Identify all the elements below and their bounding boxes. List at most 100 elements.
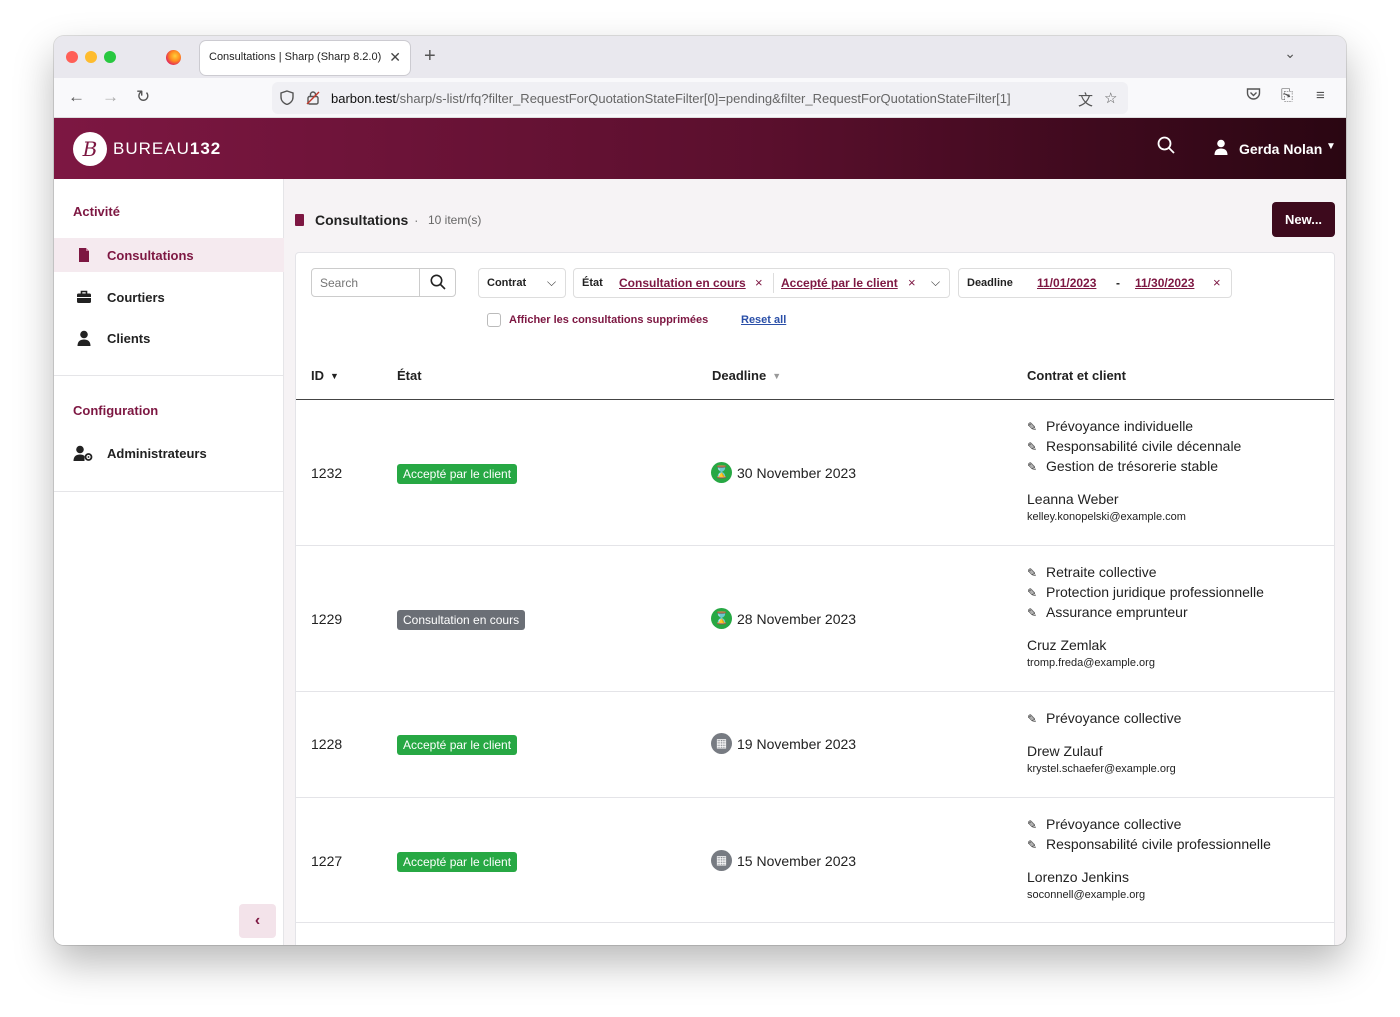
column-header-contract: Contrat et client — [1027, 368, 1126, 383]
insecure-lock-icon[interactable] — [306, 90, 320, 108]
file-signature-icon: ✎ — [1027, 838, 1038, 852]
column-header-id[interactable]: ID ▼ — [311, 368, 339, 383]
chevron-down-icon[interactable]: ⌵ — [931, 275, 940, 290]
page-title: Consultations — [315, 212, 409, 228]
hourglass-icon: ⌛ — [711, 608, 732, 629]
user-icon — [76, 330, 92, 346]
table-row[interactable]: 1227 Accepté par le client ▦ 15 November… — [296, 798, 1334, 923]
sidebar-item-label: Administrateurs — [107, 446, 207, 461]
list-tabs-icon[interactable]: ⌄ — [1284, 45, 1296, 62]
browser-tab[interactable]: Consultations | Sharp (Sharp 8.2.0) ✕ — [200, 41, 410, 75]
client-name: Cruz Zemlak — [1027, 637, 1107, 653]
table-row[interactable]: 1232 Accepté par le client ⌛ 30 November… — [296, 400, 1334, 546]
deadline-text: 19 November 2023 — [737, 736, 857, 752]
contracts-cell: ✎ Retraite collective ✎ Protection juridiq… — [1027, 564, 1264, 669]
forward-icon[interactable]: → — [102, 87, 119, 107]
sidebar-item-clients[interactable]: Clients — [54, 321, 284, 355]
tab-strip: Consultations | Sharp (Sharp 8.2.0) ✕ + … — [54, 36, 1346, 78]
hourglass-icon: ⌛ — [711, 462, 732, 483]
sort-caret-icon: ▼ — [772, 371, 782, 381]
status-badge: Accepté par le client — [397, 464, 518, 484]
file-signature-icon: ✎ — [1027, 586, 1038, 600]
status-badge: Accepté par le client — [397, 852, 518, 872]
client-name: Drew Zulauf — [1027, 743, 1103, 759]
pocket-icon[interactable] — [1246, 87, 1261, 105]
url-text: barbon.test/sharp/s-list/rfq?filter_Requ… — [331, 91, 1011, 106]
new-tab-button[interactable]: + — [424, 45, 436, 68]
deadline-to[interactable]: 11/30/2023 — [1135, 276, 1194, 290]
sidebar: Activité Consultations Courtiers Clients… — [54, 179, 284, 945]
new-button[interactable]: New... — [1272, 202, 1335, 237]
deadline-filter[interactable]: Deadline 11/01/2023 - 11/30/2023 × — [958, 268, 1232, 298]
tab-close-icon[interactable]: ✕ — [389, 49, 401, 66]
table-row[interactable]: 1229 Consultation en cours ⌛ 28 November… — [296, 546, 1334, 692]
contracts-cell: ✎ Prévoyance individuelle ✎ Responsabilité… — [1027, 418, 1241, 523]
brand-logo[interactable]: B — [73, 132, 107, 166]
column-header-deadline[interactable]: Deadline ▼ — [712, 368, 781, 383]
show-deleted-checkbox[interactable] — [487, 313, 501, 327]
shield-icon[interactable] — [280, 90, 294, 108]
etat-value-chip[interactable]: Accepté par le client — [781, 276, 898, 290]
client-email: kelley.konopelski@example.com — [1027, 511, 1186, 523]
deadline-from[interactable]: 11/01/2023 — [1037, 276, 1096, 290]
calendar-icon: ▦ — [711, 850, 732, 871]
row-id: 1232 — [311, 465, 343, 481]
file-signature-icon: ✎ — [1027, 440, 1038, 454]
clear-deadline-icon[interactable]: × — [1213, 275, 1221, 290]
user-icon[interactable] — [1214, 139, 1228, 155]
reset-all-link[interactable]: Reset all — [741, 314, 786, 326]
bookmark-star-icon[interactable]: ☆ — [1104, 89, 1117, 107]
remove-value-icon[interactable]: × — [908, 275, 916, 290]
row-id: 1228 — [311, 736, 343, 752]
table-row[interactable]: 1228 Accepté par le client ▦ 19 November… — [296, 692, 1334, 798]
search-input[interactable] — [312, 269, 420, 296]
contract-item: ✎ Prévoyance individuelle — [1027, 418, 1194, 434]
briefcase-icon — [76, 289, 92, 305]
contract-item: ✎ Retraite collective — [1027, 564, 1157, 580]
contrat-filter[interactable]: Contrat ⌵ — [478, 268, 566, 298]
show-deleted-label[interactable]: Afficher les consultations supprimées — [509, 314, 708, 326]
etat-filter[interactable]: État Consultation en cours × Accepté par… — [573, 268, 950, 298]
sidebar-item-label: Consultations — [107, 248, 194, 263]
status-badge: Accepté par le client — [397, 735, 518, 755]
column-header-state: État — [397, 368, 422, 383]
caret-down-icon[interactable]: ▼ — [1326, 141, 1336, 152]
etat-value-chip[interactable]: Consultation en cours — [619, 276, 746, 290]
value-separator — [773, 273, 774, 293]
close-window-button[interactable] — [66, 51, 78, 63]
contract-item: ✎ Assurance emprunteur — [1027, 604, 1188, 620]
deadline-text: 15 November 2023 — [737, 853, 857, 869]
user-menu[interactable]: Gerda Nolan — [1239, 141, 1322, 157]
remove-value-icon[interactable]: × — [755, 275, 763, 290]
collapse-sidebar-button[interactable]: ‹ — [239, 904, 276, 938]
minimize-window-button[interactable] — [85, 51, 97, 63]
file-signature-icon: ✎ — [1027, 566, 1038, 580]
back-icon[interactable]: ← — [68, 87, 85, 107]
sidebar-item-consultations[interactable]: Consultations — [54, 238, 284, 272]
translate-icon[interactable]: 文 — [1078, 89, 1093, 110]
row-id: 1229 — [311, 611, 343, 627]
browser-window: Consultations | Sharp (Sharp 8.2.0) ✕ + … — [54, 36, 1346, 945]
extensions-icon[interactable]: ⎘ — [1281, 87, 1293, 104]
client-email: tromp.freda@example.org — [1027, 657, 1155, 669]
sidebar-item-courtiers[interactable]: Courtiers — [54, 280, 284, 314]
main-content: Consultations · 10 item(s) New... Contra… — [284, 179, 1346, 945]
reload-icon[interactable]: ↻ — [136, 87, 150, 107]
row-id: 1227 — [311, 853, 343, 869]
file-icon — [76, 247, 92, 263]
sidebar-item-administrateurs[interactable]: Administrateurs — [54, 436, 284, 470]
menu-icon[interactable]: ≡ — [1316, 87, 1325, 104]
search-button[interactable] — [419, 269, 455, 296]
brand-name[interactable]: BUREAU132 — [113, 139, 221, 159]
filter-label: Contrat — [487, 277, 527, 289]
range-dash: - — [1116, 276, 1120, 290]
chevron-down-icon[interactable]: ⌵ — [547, 275, 556, 290]
file-signature-icon: ✎ — [1027, 460, 1038, 474]
contract-item: ✎ Prévoyance collective — [1027, 816, 1182, 832]
search-icon[interactable] — [1157, 136, 1175, 159]
address-bar[interactable]: barbon.test/sharp/s-list/rfq?filter_Requ… — [272, 82, 1128, 114]
zoom-window-button[interactable] — [104, 51, 116, 63]
user-cog-icon — [73, 445, 93, 461]
contracts-cell: ✎ Prévoyance collective Drew Zulauf kryst… — [1027, 710, 1181, 775]
contract-item: ✎ Responsabilité civile décennale — [1027, 438, 1242, 454]
